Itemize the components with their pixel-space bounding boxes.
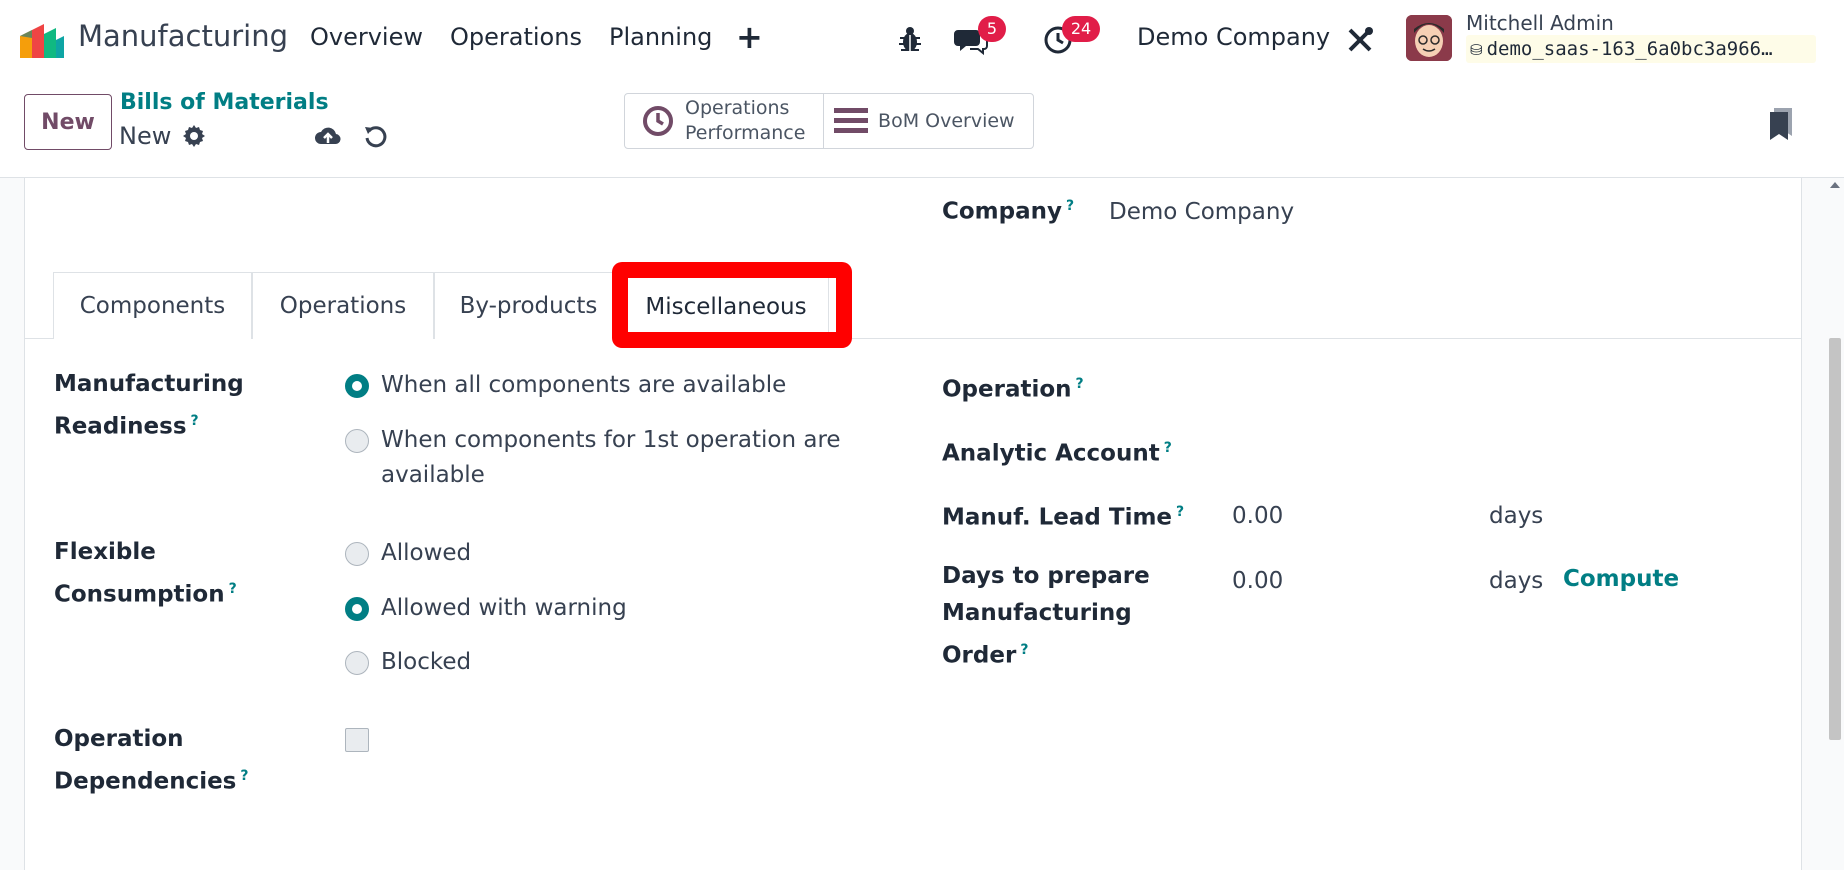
flexible-consumption-line2-wrap: Consumption? (54, 571, 237, 614)
operations-performance-line2: Performance (685, 122, 806, 144)
clock-history-icon (643, 106, 673, 136)
operation-dependencies-line2: Dependencies (54, 768, 237, 795)
company-help-icon[interactable]: ? (1066, 198, 1074, 214)
readiness-first-operation-line2: available (381, 462, 485, 488)
readiness-first-operation-radio[interactable] (345, 429, 369, 453)
flexible-consumption-line1: Flexible (54, 539, 156, 565)
compute-button[interactable]: Compute (1563, 566, 1679, 592)
analytic-help-icon[interactable]: ? (1164, 440, 1172, 456)
bom-overview-label: BoM Overview (878, 109, 1015, 132)
breadcrumb-bills-of-materials[interactable]: Bills of Materials (120, 90, 329, 115)
manuf-lead-time-label: Manuf. Lead Time? (942, 494, 1184, 537)
main-navbar: Manufacturing Overview Operations Planni… (0, 0, 1844, 78)
cloud-upload-icon[interactable] (314, 122, 342, 150)
operations-performance-label: Operations Performance (685, 96, 805, 146)
new-button[interactable]: New (24, 94, 112, 150)
database-icon: ⛁ (1470, 41, 1483, 59)
database-name: ⛁ demo_saas-163_6a0bc3a966… (1466, 35, 1816, 63)
operation-dependencies-checkbox[interactable] (345, 728, 369, 752)
manufacturing-readiness-line2-wrap: Readiness? (54, 403, 244, 446)
manuf-lead-time-unit: days (1489, 503, 1544, 529)
database-name-text: demo_saas-163_6a0bc3a966… (1486, 38, 1773, 60)
menu-planning[interactable]: Planning (609, 23, 712, 51)
days-to-prepare-line3: Order (942, 642, 1017, 669)
readiness-first-operation-line1: When components for 1st operation are (381, 427, 841, 453)
tab-operations[interactable]: Operations (252, 272, 434, 339)
add-menu-plus-icon[interactable]: + (736, 18, 763, 56)
tab-by-products[interactable]: By-products (434, 272, 623, 339)
operation-help-icon[interactable]: ? (1076, 376, 1084, 392)
days-to-prepare-line1: Days to prepare (942, 563, 1150, 589)
consumption-blocked-label[interactable]: Blocked (381, 645, 471, 680)
readiness-help-icon[interactable]: ? (191, 413, 199, 429)
manufacturing-readiness-line2: Readiness (54, 413, 187, 440)
days-to-prepare-label: Days to prepare Manufacturing Order? (942, 558, 1150, 675)
consumption-help-icon[interactable]: ? (229, 581, 237, 597)
lead-time-help-icon[interactable]: ? (1176, 504, 1184, 520)
consumption-allowed-label[interactable]: Allowed (381, 536, 471, 571)
days-to-prepare-line3-wrap: Order? (942, 632, 1150, 675)
dependencies-help-icon[interactable]: ? (240, 768, 248, 784)
tab-components[interactable]: Components (53, 272, 252, 339)
bom-overview-button[interactable]: BoM Overview (824, 94, 1033, 148)
consumption-allowed-radio[interactable] (345, 542, 369, 566)
app-name[interactable]: Manufacturing (78, 19, 288, 53)
manufacturing-readiness-label: Manufacturing Readiness? (54, 366, 244, 446)
tools-icon[interactable] (1342, 22, 1378, 58)
gear-icon[interactable] (182, 124, 206, 148)
company-label-text: Company (942, 198, 1062, 225)
operations-performance-line1: Operations (685, 97, 790, 119)
tab-miscellaneous[interactable]: Miscellaneous (623, 272, 829, 340)
user-avatar-icon (1406, 15, 1452, 61)
readiness-first-operation-label[interactable]: When components for 1st operation are av… (381, 423, 841, 493)
days-to-prepare-line2: Manufacturing (942, 600, 1132, 626)
readiness-all-components-label[interactable]: When all components are available (381, 368, 786, 403)
analytic-account-label: Analytic Account? (942, 430, 1172, 473)
notebook-tabs: Components Operations By-products Miscel… (25, 272, 1801, 340)
bug-icon[interactable] (892, 22, 928, 58)
company-label: Company? (942, 188, 1074, 231)
messages-badge: 5 (978, 16, 1006, 42)
consumption-blocked-radio[interactable] (345, 651, 369, 675)
form-sheet: Company? Demo Company Components Operati… (24, 178, 1802, 870)
operation-label: Operation? (942, 366, 1084, 409)
analytic-account-label-text: Analytic Account (942, 440, 1160, 467)
days-prepare-help-icon[interactable]: ? (1020, 642, 1028, 658)
scroll-up-arrow-icon[interactable] (1830, 182, 1840, 188)
days-to-prepare-field[interactable]: 0.00 (1232, 568, 1283, 594)
scroll-thumb[interactable] (1829, 338, 1841, 740)
readiness-all-components-radio[interactable] (345, 374, 369, 398)
menu-operations[interactable]: Operations (450, 23, 582, 51)
operation-dependencies-label: Operation Dependencies? (54, 721, 249, 801)
operations-performance-button[interactable]: Operations Performance (625, 94, 825, 148)
flexible-consumption-line2: Consumption (54, 581, 225, 608)
company-switcher[interactable]: Demo Company (1137, 23, 1330, 51)
consumption-allowed-warning-label[interactable]: Allowed with warning (381, 591, 627, 626)
vertical-scrollbar[interactable] (1826, 178, 1844, 870)
bookmark-icon[interactable] (1768, 106, 1794, 140)
flexible-consumption-label: Flexible Consumption? (54, 534, 237, 614)
app-logo-icon[interactable] (18, 22, 66, 58)
user-name[interactable]: Mitchell Admin (1466, 11, 1614, 35)
undo-icon[interactable] (362, 122, 390, 150)
control-panel: New Bills of Materials New Operations Pe… (0, 78, 1844, 178)
manuf-lead-time-field[interactable]: 0.00 (1232, 503, 1283, 529)
days-to-prepare-unit: days (1489, 568, 1544, 594)
manuf-lead-time-label-text: Manuf. Lead Time (942, 504, 1173, 531)
avatar[interactable] (1406, 15, 1452, 61)
manufacturing-readiness-line1: Manufacturing (54, 371, 244, 397)
company-field[interactable]: Demo Company (1109, 199, 1294, 225)
activities-badge: 24 (1062, 16, 1100, 42)
consumption-allowed-warning-radio[interactable] (345, 597, 369, 621)
operation-dependencies-line2-wrap: Dependencies? (54, 758, 249, 801)
menu-overview[interactable]: Overview (310, 23, 423, 51)
smart-buttons: Operations Performance BoM Overview (624, 93, 1034, 149)
record-name: New (119, 122, 172, 150)
operation-dependencies-line1: Operation (54, 726, 184, 752)
bars-icon (834, 108, 869, 133)
operation-label-text: Operation (942, 376, 1072, 403)
